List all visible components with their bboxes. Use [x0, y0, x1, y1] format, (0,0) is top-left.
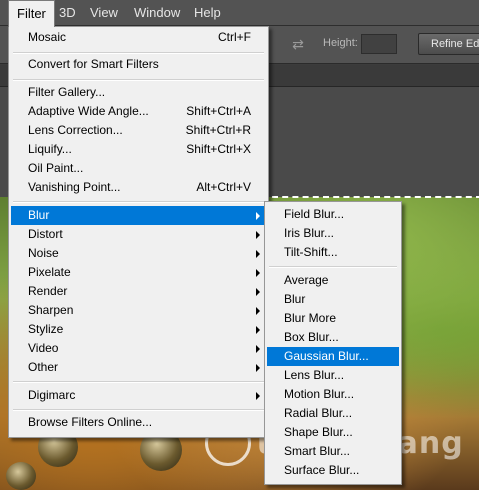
menu-separator — [13, 409, 264, 411]
menu-separator — [13, 79, 264, 81]
menu-bar: Filter 3D View Window Help — [0, 0, 479, 27]
menu-filter[interactable]: Filter — [8, 0, 55, 27]
blur-tilt-shift[interactable]: Tilt-Shift... — [267, 243, 399, 262]
blur-iris-blur[interactable]: Iris Blur... — [267, 224, 399, 243]
filter-mosaic[interactable]: Mosaic Ctrl+F — [11, 28, 266, 47]
filter-menu: Mosaic Ctrl+F Convert for Smart Filters … — [8, 26, 269, 438]
filter-distort[interactable]: Distort — [11, 225, 266, 244]
height-input[interactable] — [361, 34, 397, 54]
height-label: Height: — [323, 37, 358, 49]
filter-noise[interactable]: Noise — [11, 244, 266, 263]
filter-other[interactable]: Other — [11, 358, 266, 377]
blur-field-blur[interactable]: Field Blur... — [267, 205, 399, 224]
menu-view[interactable]: View — [82, 0, 126, 26]
filter-oil-paint[interactable]: Oil Paint... — [11, 159, 266, 178]
submenu-arrow-icon — [256, 212, 260, 220]
blur-motion-blur[interactable]: Motion Blur... — [267, 385, 399, 404]
filter-video[interactable]: Video — [11, 339, 266, 358]
filter-lens-correction[interactable]: Lens Correction... Shift+Ctrl+R — [11, 121, 266, 140]
submenu-arrow-icon — [256, 231, 260, 239]
blur-box-blur[interactable]: Box Blur... — [267, 328, 399, 347]
submenu-arrow-icon — [256, 364, 260, 372]
shortcut-label: Shift+Ctrl+X — [186, 142, 251, 156]
submenu-arrow-icon — [256, 307, 260, 315]
submenu-arrow-icon — [256, 392, 260, 400]
filter-vanishing-point[interactable]: Vanishing Point... Alt+Ctrl+V — [11, 178, 266, 197]
refine-edge-button[interactable]: Refine Edge — [418, 33, 479, 55]
blur-gaussian-blur[interactable]: Gaussian Blur... — [267, 347, 399, 366]
filter-stylize[interactable]: Stylize — [11, 320, 266, 339]
filter-render[interactable]: Render — [11, 282, 266, 301]
submenu-arrow-icon — [256, 269, 260, 277]
submenu-arrow-icon — [256, 288, 260, 296]
blur-shape-blur[interactable]: Shape Blur... — [267, 423, 399, 442]
submenu-arrow-icon — [256, 326, 260, 334]
menu-separator — [269, 266, 397, 268]
filter-convert-smart-filters[interactable]: Convert for Smart Filters — [11, 55, 266, 74]
menu-separator — [13, 52, 264, 54]
blur-lens-blur[interactable]: Lens Blur... — [267, 366, 399, 385]
menu-3d[interactable]: 3D — [51, 0, 84, 26]
blur-radial-blur[interactable]: Radial Blur... — [267, 404, 399, 423]
filter-adaptive-wide-angle[interactable]: Adaptive Wide Angle... Shift+Ctrl+A — [11, 102, 266, 121]
filter-digimarc[interactable]: Digimarc — [11, 386, 266, 405]
filter-sharpen[interactable]: Sharpen — [11, 301, 266, 320]
filter-gallery[interactable]: Filter Gallery... — [11, 83, 266, 102]
menu-help[interactable]: Help — [186, 0, 229, 26]
blur-submenu: Field Blur... Iris Blur... Tilt-Shift...… — [264, 201, 402, 485]
shortcut-label: Shift+Ctrl+R — [185, 123, 251, 137]
shortcut-label: Ctrl+F — [218, 30, 251, 44]
blur-smart-blur[interactable]: Smart Blur... — [267, 442, 399, 461]
blur-surface-blur[interactable]: Surface Blur... — [267, 461, 399, 480]
blur-blur[interactable]: Blur — [267, 290, 399, 309]
blur-blur-more[interactable]: Blur More — [267, 309, 399, 328]
filter-liquify[interactable]: Liquify... Shift+Ctrl+X — [11, 140, 266, 159]
blur-average[interactable]: Average — [267, 271, 399, 290]
character-figure — [6, 462, 36, 490]
filter-browse-online[interactable]: Browse Filters Online... — [11, 413, 266, 432]
swap-arrows-icon[interactable]: ⇄ — [289, 35, 307, 53]
menu-window[interactable]: Window — [126, 0, 188, 26]
shortcut-label: Alt+Ctrl+V — [196, 180, 251, 194]
menu-separator — [13, 201, 264, 203]
submenu-arrow-icon — [256, 345, 260, 353]
menu-separator — [13, 381, 264, 383]
filter-pixelate[interactable]: Pixelate — [11, 263, 266, 282]
filter-blur[interactable]: Blur — [11, 206, 266, 225]
submenu-arrow-icon — [256, 250, 260, 258]
shortcut-label: Shift+Ctrl+A — [186, 104, 251, 118]
